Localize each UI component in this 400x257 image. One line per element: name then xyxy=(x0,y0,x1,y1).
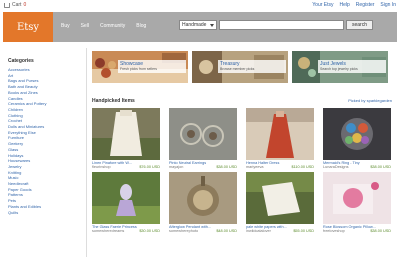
item-image[interactable] xyxy=(169,172,237,224)
search-button[interactable]: search xyxy=(346,20,373,30)
item-image[interactable] xyxy=(246,108,314,160)
dress-image xyxy=(246,108,314,160)
item-card[interactable]: Rose Blossom Organic Pillow... freeloves… xyxy=(323,172,391,233)
faerie-image xyxy=(92,172,160,224)
item-meta: inwildcatalover $55.00 USD xyxy=(246,229,314,233)
top-bar: Cart 0 Your Etsy Help Register Sign In xyxy=(0,0,400,12)
account-links: Your Etsy Help Register Sign In xyxy=(312,2,396,8)
item-shop[interactable]: somewheredreams xyxy=(92,229,124,233)
item-price: $110.00 USD xyxy=(291,165,314,169)
etsy-logo[interactable]: Etsy xyxy=(3,12,53,42)
item-shop[interactable]: mariyeeva xyxy=(246,165,264,169)
nav-community[interactable]: Community xyxy=(100,23,125,29)
item-card[interactable]: Pinto Neutral Earrings mayajon $38.00 US… xyxy=(169,108,237,169)
search-category-select[interactable]: Handmade xyxy=(179,20,217,30)
item-meta: mayajon $38.00 USD xyxy=(169,165,237,169)
item-card[interactable]: pale white papers with... inwildcatalove… xyxy=(246,172,314,233)
item-card[interactable]: The Glass Faerie Princess somewheredream… xyxy=(92,172,160,233)
item-meta: mariyeeva $110.00 USD xyxy=(246,165,314,169)
your-etsy-link[interactable]: Your Etsy xyxy=(312,2,333,8)
item-image[interactable] xyxy=(323,172,391,224)
nav-buy[interactable]: Buy xyxy=(61,23,70,29)
item-meta: somewheredreams $30.00 USD xyxy=(92,229,160,233)
help-link[interactable]: Help xyxy=(340,2,350,8)
search-input[interactable] xyxy=(219,20,344,30)
search-category-value: Handmade xyxy=(182,22,207,28)
item-grid: Linen Pinafore with W... fleurinshop $76… xyxy=(92,108,392,233)
category-list: Accessories Art Bags and Purses Bath and… xyxy=(8,67,82,215)
item-shop[interactable]: fleurinshop xyxy=(92,165,111,169)
cart-link[interactable]: Cart 0 xyxy=(4,2,26,8)
header: Etsy Buy Sell Community Blog Handmade se… xyxy=(3,12,397,42)
category-item[interactable]: Quilts xyxy=(8,210,82,216)
item-price: $38.00 USD xyxy=(370,229,391,233)
showcase-banner[interactable]: Showcase Fresh picks from sellers xyxy=(92,51,188,83)
item-shop[interactable]: somewherephoto xyxy=(169,229,198,233)
cart-label: Cart xyxy=(12,2,22,8)
item-shop[interactable]: mayajon xyxy=(169,165,183,169)
item-image[interactable] xyxy=(92,172,160,224)
item-price: $48.00 USD xyxy=(216,229,237,233)
content-divider xyxy=(86,48,87,257)
ring-image xyxy=(323,108,391,160)
item-image[interactable] xyxy=(246,172,314,224)
item-image[interactable] xyxy=(169,108,237,160)
cart-count: 0 xyxy=(23,2,27,8)
item-meta: LunaraDesigns $38.00 USD xyxy=(323,165,391,169)
item-meta: fleurinshop $76.00 USD xyxy=(92,165,160,169)
nav-sell[interactable]: Sell xyxy=(81,23,89,29)
curator-link[interactable]: Picked by sparklegarden xyxy=(348,98,392,103)
pendant-image xyxy=(169,172,237,224)
cart-icon xyxy=(4,2,10,8)
item-price: $38.00 USD xyxy=(370,165,391,169)
pinafore-image xyxy=(92,108,160,160)
item-price: $38.00 USD xyxy=(216,165,237,169)
item-card[interactable]: Mermaid's Ring - Tiny LunaraDesigns $38.… xyxy=(323,108,391,169)
search-bar: Handmade search xyxy=(179,19,380,31)
item-shop[interactable]: freeloveshop xyxy=(323,229,345,233)
paper-image xyxy=(246,172,314,224)
item-card[interactable]: Henna Halter Dress mariyeeva $110.00 USD xyxy=(246,108,314,169)
banner-subtitle: Search top jewelry picks xyxy=(320,67,358,71)
item-meta: freeloveshop $38.00 USD xyxy=(323,229,391,233)
main-nav: Buy Sell Community Blog xyxy=(61,23,146,29)
item-image[interactable] xyxy=(323,108,391,160)
item-card[interactable]: Linen Pinafore with W... fleurinshop $76… xyxy=(92,108,160,169)
feature-banners: Showcase Fresh picks from sellers Treasu… xyxy=(92,51,388,83)
item-shop[interactable]: LunaraDesigns xyxy=(323,165,349,169)
item-price: $30.00 USD xyxy=(139,229,160,233)
item-shop[interactable]: inwildcatalover xyxy=(246,229,271,233)
banner-caption: Just Jewels Search top jewelry picks xyxy=(318,60,386,73)
item-card[interactable]: Afterglow Pendant with... somewherephoto… xyxy=(169,172,237,233)
item-meta: somewherephoto $48.00 USD xyxy=(169,229,237,233)
category-sidebar: Categories Accessories Art Bags and Purs… xyxy=(8,58,82,215)
register-link[interactable]: Register xyxy=(356,2,375,8)
sidebar-title: Categories xyxy=(8,58,34,64)
item-price: $55.00 USD xyxy=(293,229,314,233)
nav-blog[interactable]: Blog xyxy=(136,23,146,29)
sign-in-link[interactable]: Sign In xyxy=(380,2,396,8)
section-title: Handpicked Items xyxy=(92,98,135,104)
treasury-banner[interactable]: Treasury Browse member picks xyxy=(192,51,288,83)
earrings-image xyxy=(169,108,237,160)
chevron-down-icon xyxy=(210,23,214,27)
banner-subtitle: Fresh picks from sellers xyxy=(120,67,157,71)
item-image[interactable] xyxy=(92,108,160,160)
banner-subtitle: Browse member picks xyxy=(220,67,255,71)
pillow-image xyxy=(323,172,391,224)
banner-caption: Showcase Fresh picks from sellers xyxy=(118,60,186,73)
just-jewels-banner[interactable]: Just Jewels Search top jewelry picks xyxy=(292,51,388,83)
banner-caption: Treasury Browse member picks xyxy=(218,60,286,73)
item-price: $76.00 USD xyxy=(139,165,160,169)
